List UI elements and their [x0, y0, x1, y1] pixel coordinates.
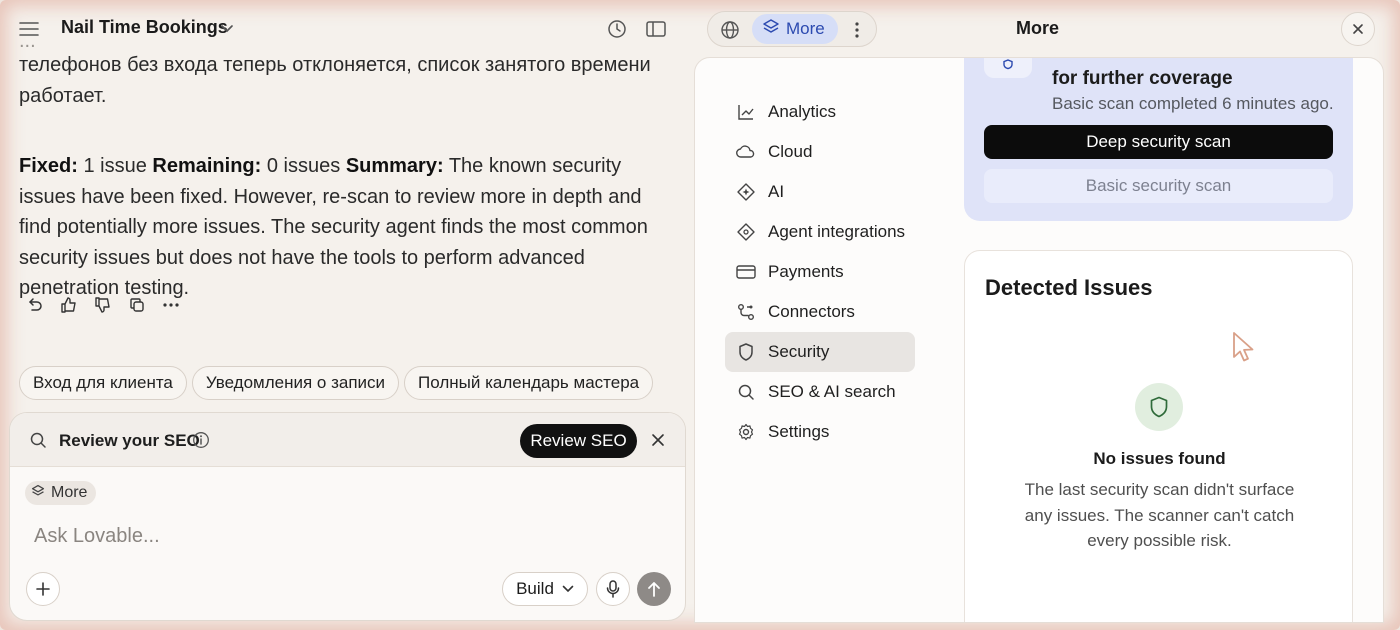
nav-item-ai[interactable]: AI [725, 172, 915, 212]
nav-item-label: AI [768, 182, 785, 201]
arrow-up-icon [648, 582, 660, 597]
nav-item-label: Agent integrations [768, 222, 906, 241]
nav-item-agent-integrations[interactable]: Agent integrations [725, 212, 915, 252]
suggestion-chip[interactable]: Вход для клиента [19, 366, 187, 400]
kebab-menu-icon[interactable] [844, 16, 870, 44]
suggestion-chip[interactable]: Уведомления о записи [191, 366, 400, 400]
detected-issues-title: Detected Issues [985, 275, 1153, 300]
shield-icon [736, 342, 756, 362]
message-line: работает. [19, 84, 107, 107]
gear-icon [736, 422, 756, 442]
card-icon [736, 262, 756, 282]
undo-icon[interactable] [22, 292, 48, 318]
more-panel: Analytics Cloud AI Agent integrations Pa… [694, 57, 1384, 623]
suggestion-chips: Вход для клиента Уведомления о записи Полн… [19, 366, 691, 402]
basic-security-scan-button[interactable]: Basic security scan [984, 169, 1333, 203]
close-icon[interactable] [646, 428, 670, 452]
ai-icon [736, 182, 756, 202]
search-icon [736, 382, 756, 402]
panel-title: More [1016, 18, 1060, 38]
globe-icon[interactable] [716, 16, 744, 44]
clipped-line: ... [19, 36, 36, 50]
thumbs-down-icon[interactable] [90, 292, 116, 318]
empty-state-title: No issues found [1093, 449, 1226, 468]
nav-item-cloud[interactable]: Cloud [725, 132, 915, 172]
message-actions [22, 292, 184, 318]
scan-card-title: for further coverage [1052, 68, 1233, 89]
agent-icon [736, 222, 756, 242]
chat-message-tail: ... телефонов без входа теперь отклоняет… [19, 36, 679, 111]
nav-item-label: Payments [768, 262, 844, 281]
plus-icon [36, 582, 50, 596]
nav-item-label: Security [768, 342, 830, 361]
chat-input[interactable]: Ask Lovable... [34, 525, 160, 548]
shield-check-icon [1135, 383, 1183, 431]
thumbs-up-icon[interactable] [56, 292, 82, 318]
nav-item-seo-ai-search[interactable]: SEO & AI search [725, 372, 915, 412]
scan-shield-icon [984, 58, 1032, 78]
chat-message-summary: Fixed: 1 issue Remaining: 0 issues Summa… [19, 151, 679, 304]
microphone-icon [606, 580, 620, 598]
mouse-cursor-icon [1230, 330, 1258, 366]
close-icon [1353, 24, 1363, 34]
nav-item-payments[interactable]: Payments [725, 252, 915, 292]
suggestion-chip[interactable]: Полный календарь мастера [404, 366, 654, 400]
nav-item-label: Cloud [768, 142, 813, 161]
layers-icon [762, 18, 780, 41]
close-panel-button[interactable] [1341, 12, 1375, 46]
nav-item-security[interactable]: Security [725, 332, 915, 372]
more-nav: Analytics Cloud AI Agent integrations Pa… [725, 92, 915, 452]
seo-suggestion-bar: Review your SEO Review SEO [10, 413, 685, 467]
build-mode-label: Build [516, 579, 554, 598]
deep-security-scan-button[interactable]: Deep security scan [984, 125, 1333, 159]
chat-composer: Review your SEO Review SEO More Ask Lova… [9, 412, 686, 621]
more-context-tag[interactable]: More [25, 481, 97, 505]
fixed-value: 1 issue [83, 155, 147, 177]
layers-icon [31, 484, 45, 503]
nav-item-label: Analytics [768, 102, 837, 121]
info-icon[interactable] [190, 429, 212, 451]
remaining-label: Remaining: [152, 155, 262, 177]
more-mode-button[interactable]: More [752, 14, 838, 44]
connectors-icon [736, 302, 756, 322]
cloud-icon [736, 142, 756, 162]
summary-label: Summary: [345, 155, 444, 177]
detected-issues-card: Detected Issues No issues found The last… [964, 250, 1353, 622]
review-seo-button[interactable]: Review SEO [520, 424, 637, 458]
remaining-value: 0 issues [266, 155, 341, 177]
copy-icon[interactable] [124, 292, 150, 318]
nav-item-label: SEO & AI search [768, 382, 896, 401]
nav-item-settings[interactable]: Settings [725, 412, 915, 452]
more-tag-label: More [51, 484, 88, 501]
chevron-down-icon [562, 585, 574, 593]
app-window: Nail Time Bookings More More ... телефон… [0, 0, 1400, 630]
message-line: телефонов без входа теперь отклоняется, … [19, 54, 651, 76]
microphone-button[interactable] [596, 572, 630, 606]
add-attachment-button[interactable] [26, 572, 60, 606]
nav-item-label: Settings [768, 422, 830, 441]
analytics-icon [736, 102, 756, 122]
scan-status-text: Basic scan completed 6 minutes ago. [1052, 94, 1334, 113]
project-title[interactable]: Nail Time Bookings [61, 17, 228, 38]
nav-item-analytics[interactable]: Analytics [725, 92, 915, 132]
search-icon [26, 428, 50, 452]
nav-item-connectors[interactable]: Connectors [725, 292, 915, 332]
build-mode-select[interactable]: Build [502, 572, 588, 606]
empty-state-description: The last security scan didn't surface an… [1024, 480, 1295, 550]
fixed-label: Fixed: [19, 155, 78, 177]
send-button[interactable] [637, 572, 671, 606]
seo-suggestion-label: Review your SEO [59, 431, 200, 450]
nav-item-label: Connectors [768, 302, 855, 321]
security-scan-card: for further coverage Basic scan complete… [964, 58, 1353, 221]
more-horizontal-icon[interactable] [158, 292, 184, 318]
view-switcher: More [707, 11, 877, 47]
more-mode-label: More [786, 19, 825, 38]
